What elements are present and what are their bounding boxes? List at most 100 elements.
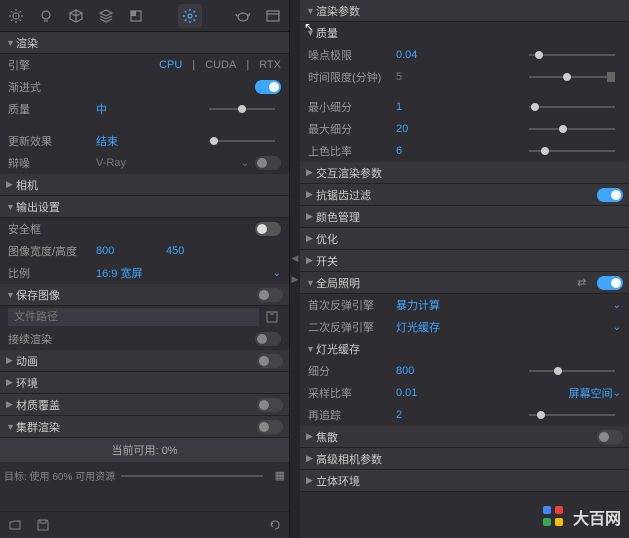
minsubdiv-value[interactable]: 1	[396, 101, 436, 113]
render-section[interactable]: ▼ 渲染	[0, 32, 289, 54]
teapot-icon[interactable]	[231, 4, 255, 28]
primary-value[interactable]: 暴力计算	[396, 297, 440, 313]
output-section[interactable]: ▼ 输出设置	[0, 196, 289, 218]
engine-cuda[interactable]: CUDA	[205, 59, 236, 71]
mat-section[interactable]: ▶ 材质覆盖	[0, 394, 289, 416]
ratio-dropdown[interactable]: ⌄	[273, 268, 281, 279]
time-value[interactable]: 5	[396, 71, 436, 83]
open-icon[interactable]	[6, 516, 24, 534]
sample-mode[interactable]: 屏幕空间	[569, 385, 613, 401]
section-title: 材质覆盖	[16, 397, 257, 413]
minsubdiv-label: 最小细分	[308, 99, 396, 115]
engine-rtx[interactable]: RTX	[259, 59, 281, 71]
denoise-dropdown[interactable]: ⌄	[241, 158, 249, 169]
sample-dropdown[interactable]: ⌄	[613, 388, 621, 399]
noise-value[interactable]: 0.04	[396, 49, 436, 61]
anim-toggle[interactable]	[257, 354, 283, 368]
shading-slider[interactable]	[529, 144, 616, 158]
env-section[interactable]: ▶ 环境	[0, 372, 289, 394]
engine-tabs: CPU| CUDA| RTX	[159, 59, 281, 71]
color-section[interactable]: ▶ 颜色管理	[300, 206, 629, 228]
save-toggle[interactable]	[257, 288, 283, 302]
filepath-input[interactable]	[8, 308, 259, 326]
interactive-section[interactable]: ▶ 交互渲染参数	[300, 162, 629, 184]
anim-section[interactable]: ▶ 动画	[0, 350, 289, 372]
progressive-toggle[interactable]	[255, 80, 281, 94]
cube-icon[interactable]	[64, 4, 88, 28]
maxsubdiv-slider[interactable]	[529, 122, 616, 136]
denoise-toggle[interactable]	[255, 156, 281, 170]
retrace-row: 再追踪 2	[300, 404, 629, 426]
filepath-row	[0, 306, 289, 328]
chevron-right-icon: ▶	[6, 179, 16, 190]
optimize-section[interactable]: ▶ 优化	[300, 228, 629, 250]
caret-left-icon[interactable]: ◀	[292, 253, 299, 264]
safeframe-toggle[interactable]	[255, 222, 281, 236]
swap-icon[interactable]: ⇄	[577, 276, 591, 289]
layers-icon[interactable]	[94, 4, 118, 28]
caustics-toggle[interactable]	[597, 430, 623, 444]
adv-camera-section[interactable]: ▶ 高级相机参数	[300, 448, 629, 470]
denoise-value: V-Ray	[96, 157, 136, 169]
antialias-section[interactable]: ▶ 抗锯齿过滤	[300, 184, 629, 206]
browse-icon[interactable]	[263, 308, 281, 326]
maxsubdiv-value[interactable]: 20	[396, 123, 436, 135]
quality-subsection[interactable]: ▼ 质量	[300, 22, 629, 44]
minsubdiv-slider[interactable]	[529, 100, 616, 114]
cluster-section[interactable]: ▼ 集群渲染	[0, 416, 289, 438]
corner-icon[interactable]	[124, 4, 148, 28]
update-value[interactable]: 结束	[96, 133, 136, 149]
subdiv-slider[interactable]	[529, 364, 616, 378]
gi-toggle[interactable]	[597, 276, 623, 290]
secondary-value[interactable]: 灯光缓存	[396, 319, 440, 335]
sample-value[interactable]: 0.01	[396, 387, 436, 399]
caret-right-icon[interactable]: ▶	[292, 274, 299, 285]
shading-label: 上色比率	[308, 143, 396, 159]
mat-toggle[interactable]	[257, 398, 283, 412]
section-title: 集群渲染	[16, 419, 257, 435]
caustics-section[interactable]: ▶ 焦散	[300, 426, 629, 448]
save-section[interactable]: ▼ 保存图像	[0, 284, 289, 306]
retrace-value[interactable]: 2	[396, 409, 436, 421]
secondary-dropdown[interactable]: ⌄	[613, 322, 621, 333]
switch-section[interactable]: ▶ 开关	[300, 250, 629, 272]
bulb-icon[interactable]	[34, 4, 58, 28]
gear-icon[interactable]	[178, 4, 202, 28]
noise-label: 噪点极限	[308, 47, 396, 63]
panel-divider[interactable]: ◀ ▶	[290, 0, 300, 538]
quality-slider[interactable]	[209, 102, 276, 116]
params-section[interactable]: ▼ 渲染参数	[300, 0, 629, 22]
primary-engine-row: 首次反弹引擎 暴力计算 ⌄	[300, 294, 629, 316]
chevron-down-icon: ▼	[306, 278, 316, 288]
engine-cpu[interactable]: CPU	[159, 59, 182, 71]
ratio-value[interactable]: 16:9 宽屏	[96, 265, 142, 281]
subdiv-value[interactable]: 800	[396, 365, 436, 377]
cluster-toggle[interactable]	[257, 420, 283, 434]
grid-icon[interactable]: ▦	[275, 469, 285, 482]
stereo-section[interactable]: ▶ 立体环境	[300, 470, 629, 492]
retrace-slider[interactable]	[529, 408, 616, 422]
section-title: 渲染	[16, 35, 283, 51]
undo-icon[interactable]	[265, 516, 283, 534]
time-slider[interactable]	[529, 70, 616, 84]
camera-section[interactable]: ▶ 相机	[0, 174, 289, 196]
shading-value[interactable]: 6	[396, 145, 436, 157]
height-value[interactable]: 450	[166, 245, 184, 257]
quality-value[interactable]: 中	[96, 101, 136, 117]
update-slider[interactable]	[209, 134, 276, 148]
docking-toggle[interactable]	[255, 332, 281, 346]
window-icon[interactable]	[261, 4, 285, 28]
lightcache-subsection[interactable]: ▼ 灯光缓存	[300, 338, 629, 360]
section-title: 立体环境	[316, 473, 623, 489]
save-icon[interactable]	[34, 516, 52, 534]
antialias-toggle[interactable]	[597, 188, 623, 202]
target-slider[interactable]	[121, 471, 262, 481]
sun-icon[interactable]	[4, 4, 28, 28]
chevron-right-icon: ▶	[306, 211, 316, 222]
noise-slider[interactable]	[529, 48, 616, 62]
gi-section[interactable]: ▼ 全局照明 ⇄	[300, 272, 629, 294]
quality-label: 质量	[8, 101, 96, 117]
time-label: 时间限度(分钟)	[308, 69, 396, 85]
primary-dropdown[interactable]: ⌄	[613, 300, 621, 311]
width-value[interactable]: 800	[96, 245, 136, 257]
